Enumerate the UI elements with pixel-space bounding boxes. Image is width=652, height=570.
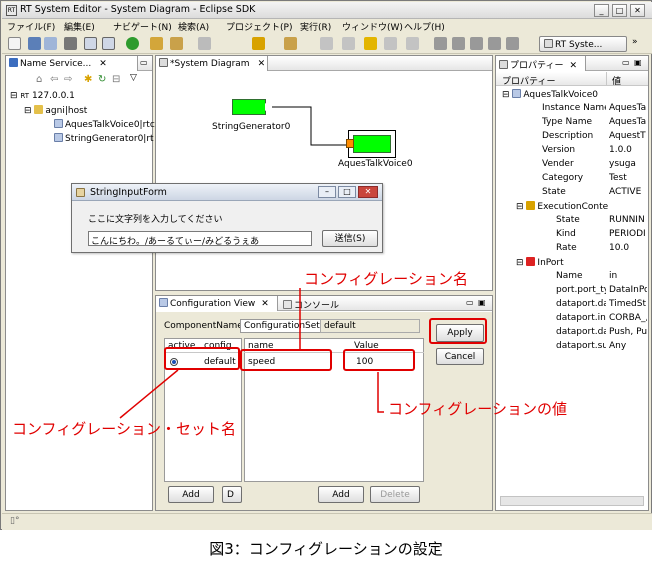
annotation-config-name: コンフィグレーション名 (304, 270, 468, 288)
leader-config-value (377, 372, 384, 413)
annotation-config-value: コンフィグレーションの値 (388, 400, 567, 418)
leader-config-set (119, 369, 179, 419)
annotation-leaders (119, 288, 384, 419)
figure-caption: 図3：コンフィグレーションの設定 (209, 540, 443, 558)
annotation-config-set-name: コンフィグレーション・セット名 (12, 420, 236, 438)
